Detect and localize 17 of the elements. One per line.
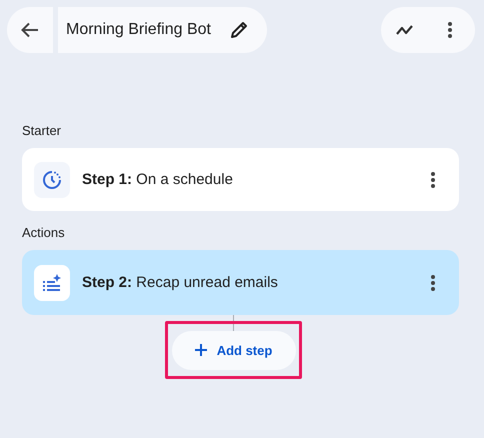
more-icon (431, 172, 435, 188)
clock-icon (42, 170, 62, 190)
section-label: Starter (22, 123, 62, 138)
pencil-icon (228, 20, 249, 40)
bot-title: Morning Briefing Bot (66, 21, 211, 39)
step-title: Step 2: Recap unread emails (82, 274, 279, 291)
step-card[interactable]: Step 2: Recap unread emails (22, 250, 459, 315)
more-icon (431, 274, 435, 290)
step-title: Step 1: On a schedule (82, 171, 234, 188)
line-chart-icon (396, 24, 416, 36)
back-arrow-icon (21, 22, 39, 38)
add-step-button[interactable]: Add step (172, 330, 296, 370)
section-label: Actions (22, 225, 66, 240)
plus-icon (194, 344, 207, 356)
sparkle-list-icon (42, 274, 62, 292)
step-card[interactable]: Step 1: On a schedule (22, 148, 459, 211)
more-icon (448, 22, 452, 38)
